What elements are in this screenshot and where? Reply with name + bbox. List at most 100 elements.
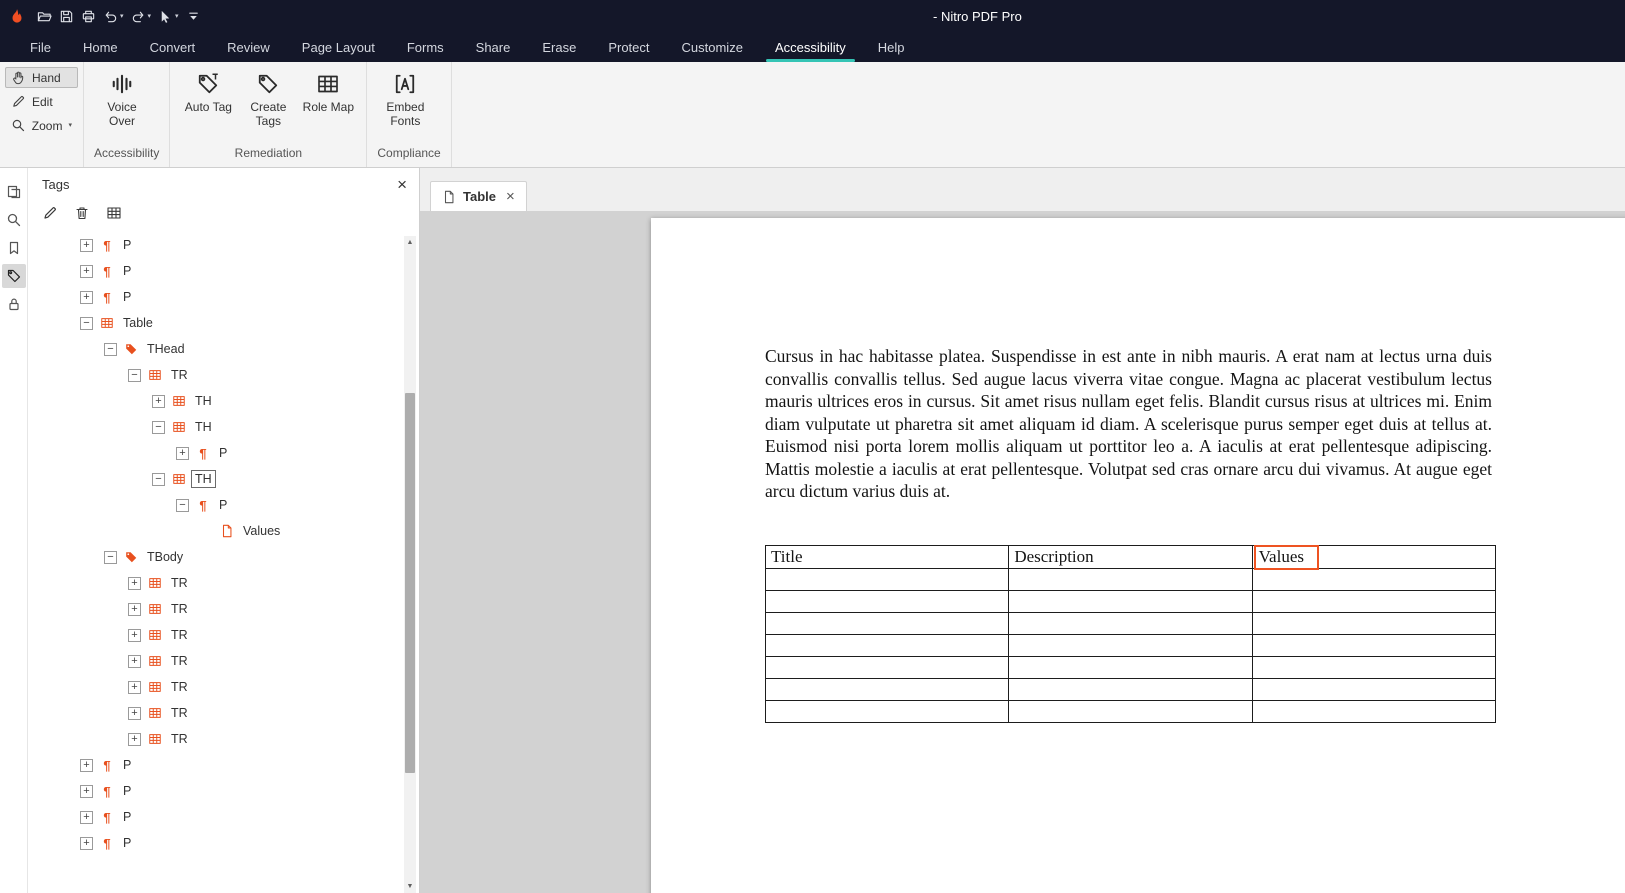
expand-icon[interactable]: + xyxy=(80,759,93,772)
ribbon-tab-share[interactable]: Share xyxy=(460,33,527,62)
expand-icon[interactable]: + xyxy=(128,707,141,720)
redo-button[interactable]: ▾ xyxy=(131,9,152,24)
quick-access-options-button[interactable] xyxy=(186,9,201,24)
tree-item-p[interactable]: +¶P xyxy=(28,830,419,856)
hand-tool-button[interactable]: Hand xyxy=(5,67,78,88)
collapse-icon[interactable]: − xyxy=(80,317,93,330)
tree-item-th[interactable]: − TH xyxy=(28,414,419,440)
expand-icon[interactable]: + xyxy=(152,395,165,408)
create-tags-button[interactable]: Create Tags xyxy=(242,68,294,129)
tree-item-p[interactable]: +¶P xyxy=(28,804,419,830)
tree-item-label[interactable]: P xyxy=(120,757,134,773)
expand-icon[interactable]: + xyxy=(128,681,141,694)
scroll-up-arrow-icon[interactable]: ▲ xyxy=(404,236,416,249)
save-file-button[interactable] xyxy=(59,9,74,24)
tree-item-label[interactable]: P xyxy=(216,497,230,513)
tree-item-tr[interactable]: + TR xyxy=(28,700,419,726)
print-button[interactable] xyxy=(81,9,96,24)
expand-icon[interactable]: + xyxy=(176,447,189,460)
expand-icon[interactable]: + xyxy=(128,655,141,668)
ribbon-tab-file[interactable]: File xyxy=(14,33,67,62)
tree-item-label[interactable]: Table xyxy=(120,315,156,331)
tree-item-label[interactable]: TH xyxy=(192,393,215,409)
tree-item-p[interactable]: +¶P xyxy=(28,232,419,258)
ribbon-tab-review[interactable]: Review xyxy=(211,33,286,62)
ribbon-tab-erase[interactable]: Erase xyxy=(526,33,592,62)
collapse-icon[interactable]: − xyxy=(152,421,165,434)
edit-tool-button[interactable]: Edit xyxy=(5,91,78,112)
expand-icon[interactable]: + xyxy=(80,291,93,304)
tree-item-label[interactable]: P xyxy=(216,445,230,461)
ribbon-tab-convert[interactable]: Convert xyxy=(134,33,212,62)
delete-tag-button[interactable] xyxy=(74,204,90,221)
expand-icon[interactable]: + xyxy=(80,239,93,252)
tree-item-th[interactable]: −TH xyxy=(28,466,419,492)
tree-item-label[interactable]: TR xyxy=(168,653,191,669)
tree-item-p[interactable]: +¶P xyxy=(28,258,419,284)
bookmarks-panel-button[interactable] xyxy=(2,236,26,260)
ribbon-tab-customize[interactable]: Customize xyxy=(666,33,759,62)
tree-item-p[interactable]: +¶P xyxy=(28,778,419,804)
tree-item-label[interactable]: TH xyxy=(192,419,215,435)
security-panel-button[interactable] xyxy=(2,292,26,316)
ribbon-tab-home[interactable]: Home xyxy=(67,33,134,62)
tree-item-label[interactable]: TBody xyxy=(144,549,186,565)
expand-icon[interactable]: + xyxy=(128,603,141,616)
tree-item-label[interactable]: TH xyxy=(192,471,215,487)
auto-tag-button[interactable]: Auto Tag xyxy=(182,68,234,115)
tree-item-label[interactable]: P xyxy=(120,809,134,825)
tree-item-p[interactable]: +¶P xyxy=(28,440,419,466)
tree-item-label[interactable]: TR xyxy=(168,705,191,721)
expand-icon[interactable]: + xyxy=(128,577,141,590)
tree-item-label[interactable]: P xyxy=(120,237,134,253)
tree-item-thead[interactable]: − THead xyxy=(28,336,419,362)
document-tab-table[interactable]: Table × xyxy=(430,181,527,211)
table-editor-button[interactable] xyxy=(106,204,122,221)
dropdown-caret-icon[interactable]: ▾ xyxy=(148,13,152,20)
tree-item-p[interactable]: +¶P xyxy=(28,284,419,310)
tree-item-label[interactable]: THead xyxy=(144,341,188,357)
tree-item-label[interactable]: P xyxy=(120,289,134,305)
tree-item-label[interactable]: TR xyxy=(168,627,191,643)
tree-item-p[interactable]: +¶P xyxy=(28,752,419,778)
pages-panel-button[interactable] xyxy=(2,180,26,204)
undo-button[interactable]: ▾ xyxy=(103,9,124,24)
embed-fonts-button[interactable]: Embed Fonts xyxy=(379,68,431,129)
tree-item-tr[interactable]: − TR xyxy=(28,362,419,388)
tree-item-label[interactable]: TR xyxy=(168,731,191,747)
ribbon-tab-help[interactable]: Help xyxy=(862,33,921,62)
collapse-icon[interactable]: − xyxy=(128,369,141,382)
tree-item-tbody[interactable]: − TBody xyxy=(28,544,419,570)
tags-scrollbar[interactable]: ▲ ▼ xyxy=(404,236,416,893)
ribbon-tab-protect[interactable]: Protect xyxy=(592,33,665,62)
tree-item-label[interactable]: P xyxy=(120,263,134,279)
tags-panel-button[interactable] xyxy=(2,264,26,288)
ribbon-tab-forms[interactable]: Forms xyxy=(391,33,460,62)
ribbon-tab-page-layout[interactable]: Page Layout xyxy=(286,33,391,62)
expand-icon[interactable]: + xyxy=(128,629,141,642)
tree-item-label[interactable]: TR xyxy=(168,367,191,383)
tree-item-tr[interactable]: +TR xyxy=(28,726,419,752)
tree-item-label[interactable]: TR xyxy=(168,575,191,591)
tree-item-table[interactable]: − Table xyxy=(28,310,419,336)
tree-item-tr[interactable]: + TR xyxy=(28,648,419,674)
tree-item-values[interactable]: Values xyxy=(28,518,419,544)
search-panel-button[interactable] xyxy=(2,208,26,232)
tree-item-label[interactable]: P xyxy=(120,783,134,799)
tree-item-tr[interactable]: + TR xyxy=(28,622,419,648)
close-panel-button[interactable]: × xyxy=(397,176,407,193)
tree-item-label[interactable]: TR xyxy=(168,679,191,695)
expand-icon[interactable]: + xyxy=(80,265,93,278)
scrollbar-thumb[interactable] xyxy=(405,393,415,773)
tree-item-label[interactable]: P xyxy=(120,835,134,851)
zoom-tool-button[interactable]: Zoom▾ xyxy=(5,115,78,136)
collapse-icon[interactable]: − xyxy=(104,343,117,356)
scroll-down-arrow-icon[interactable]: ▼ xyxy=(404,880,416,893)
document-canvas[interactable]: Cursus in hac habitasse platea. Suspendi… xyxy=(420,211,1625,893)
tree-item-tr[interactable]: + TR xyxy=(28,570,419,596)
ribbon-tab-accessibility[interactable]: Accessibility xyxy=(759,33,862,62)
collapse-icon[interactable]: − xyxy=(104,551,117,564)
close-tab-icon[interactable]: × xyxy=(506,188,515,205)
dropdown-caret-icon[interactable]: ▾ xyxy=(175,13,179,20)
voice-over-button[interactable]: Voice Over xyxy=(96,68,148,129)
